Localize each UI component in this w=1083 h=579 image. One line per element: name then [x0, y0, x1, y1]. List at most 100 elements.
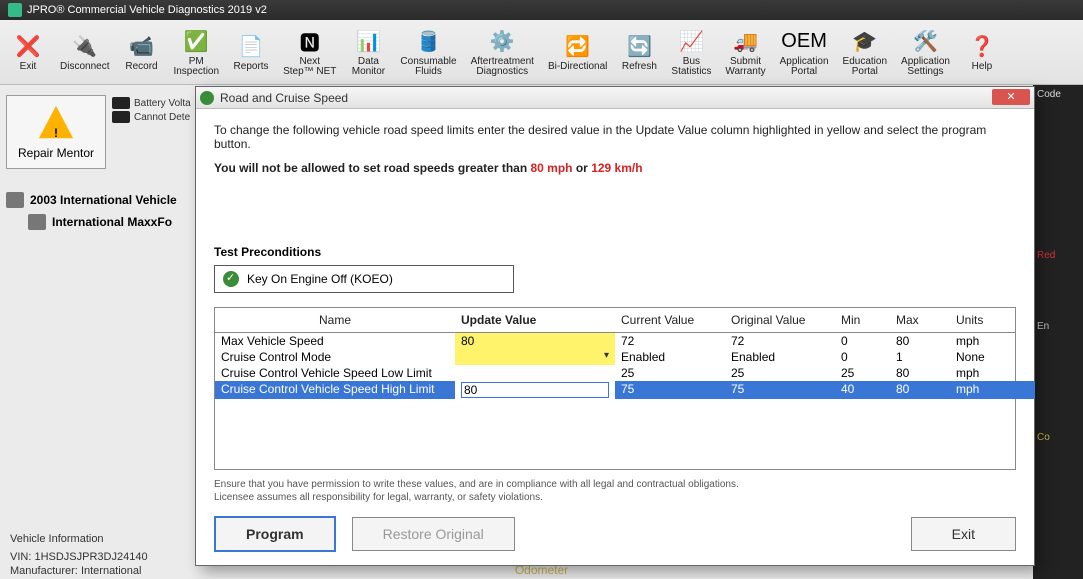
- disconnect-icon: 🔌: [71, 32, 99, 60]
- repair-mentor-box[interactable]: Repair Mentor: [6, 95, 106, 169]
- app-icon: [8, 3, 22, 17]
- cell-original: 75: [725, 381, 835, 399]
- cell-max: 80: [890, 381, 950, 399]
- cell-name: Cruise Control Vehicle Speed High Limit: [215, 381, 455, 399]
- dialog-instruction: To change the following vehicle road spe…: [214, 123, 1016, 151]
- table-row[interactable]: Cruise Control Vehicle Speed High Limit 7…: [215, 381, 1015, 399]
- truck-icon: [6, 192, 24, 208]
- vin-value: 1HSDJSJPR3DJ24140: [34, 551, 147, 563]
- col-name: Name: [215, 308, 455, 332]
- toolbar-disconnect[interactable]: 🔌Disconnect: [56, 24, 113, 80]
- toolbar-application-portal[interactable]: OEMApplicationPortal: [776, 24, 833, 80]
- toolbar-help[interactable]: ❓Help: [960, 24, 1004, 80]
- cell-units: mph: [950, 365, 1035, 381]
- help-icon: ❓: [968, 32, 996, 60]
- table-spacer: [215, 399, 1015, 469]
- cell-name: Cruise Control Vehicle Speed Low Limit: [215, 365, 455, 381]
- dialog-title-bar: Road and Cruise Speed ✕: [196, 87, 1034, 109]
- reports-icon: 📄: [237, 32, 265, 60]
- close-button[interactable]: ✕: [992, 89, 1030, 105]
- toolbar-pm-inspection[interactable]: ✅PMInspection: [169, 24, 223, 80]
- vin-label: VIN:: [10, 551, 31, 563]
- cell-min: 0: [835, 349, 890, 365]
- cell-name: Cruise Control Mode: [215, 349, 455, 365]
- pm-inspection-icon: ✅: [182, 27, 210, 55]
- vehicle-info-panel: Vehicle Information VIN: 1HSDJSJPR3DJ241…: [10, 531, 148, 579]
- toolbar-aftertreatment-diagnostics[interactable]: ⚙️AftertreatmentDiagnostics: [467, 24, 538, 80]
- toolbar-application-settings[interactable]: 🛠️ApplicationSettings: [897, 24, 954, 80]
- col-current: Current Value: [615, 308, 725, 332]
- col-units: Units: [950, 308, 1035, 332]
- record-icon: 📹: [127, 32, 155, 60]
- toolbar-consumable-fluids[interactable]: 🛢️ConsumableFluids: [396, 24, 460, 80]
- mfr-label: Manufacturer:: [10, 565, 78, 577]
- cell-original: 25: [725, 365, 835, 381]
- main-toolbar: ❌Exit🔌Disconnect📹Record✅PMInspection📄Rep…: [0, 20, 1083, 85]
- education-portal-icon: 🎓: [851, 27, 879, 55]
- main-title-bar: JPRO® Commercial Vehicle Diagnostics 201…: [0, 0, 1083, 20]
- cell-current: Enabled: [615, 349, 725, 365]
- cell-max: 80: [890, 365, 950, 381]
- code-label: Code: [1037, 89, 1079, 100]
- program-button[interactable]: Program: [214, 516, 336, 552]
- red-label: Red: [1037, 250, 1079, 261]
- co-label: Co: [1037, 432, 1079, 443]
- flag-icon: [112, 111, 130, 123]
- toolbar-reports[interactable]: 📄Reports: [229, 24, 273, 80]
- table-row[interactable]: Cruise Control Vehicle Speed Low Limit 25…: [215, 365, 1015, 381]
- en-label: En: [1037, 321, 1079, 332]
- consumable-fluids-icon: 🛢️: [415, 27, 443, 55]
- toolbar-education-portal[interactable]: 🎓EducationPortal: [839, 24, 891, 80]
- toolbar-submit-warranty[interactable]: 🚚SubmitWarranty: [721, 24, 769, 80]
- update-value-input[interactable]: [461, 382, 609, 398]
- warning-icon: [37, 104, 75, 142]
- preconditions-box: Key On Engine Off (KOEO): [214, 265, 514, 293]
- cell-update[interactable]: [455, 381, 615, 399]
- toolbar-data-monitor[interactable]: 📊DataMonitor: [346, 24, 390, 80]
- cannot-detect-flag[interactable]: Cannot Dete: [112, 111, 191, 123]
- preconditions-label: Test Preconditions: [214, 245, 1016, 259]
- toolbar-next-step-net[interactable]: 🅽NextStep™ NET: [279, 24, 340, 80]
- cell-update[interactable]: 80: [455, 333, 615, 349]
- toolbar-record[interactable]: 📹Record: [119, 24, 163, 80]
- col-update: Update Value: [455, 308, 615, 332]
- exit-button[interactable]: Exit: [911, 517, 1016, 551]
- cell-current: 72: [615, 333, 725, 349]
- dialog-title: Road and Cruise Speed: [220, 91, 348, 105]
- cell-max: 80: [890, 333, 950, 349]
- footnote: Ensure that you have permission to write…: [214, 478, 1016, 504]
- restore-original-button[interactable]: Restore Original: [352, 517, 515, 551]
- cell-current: 75: [615, 381, 725, 399]
- submit-warranty-icon: 🚚: [732, 27, 760, 55]
- engine-icon: [28, 214, 46, 230]
- tree-vehicle[interactable]: 2003 International Vehicle: [6, 189, 194, 211]
- table-row[interactable]: Max Vehicle Speed807272080mph: [215, 333, 1015, 349]
- toolbar-bus-statistics[interactable]: 📈BusStatistics: [667, 24, 715, 80]
- toolbar-refresh[interactable]: 🔄Refresh: [617, 24, 661, 80]
- check-icon: [223, 271, 239, 287]
- app-title: JPRO® Commercial Vehicle Diagnostics 201…: [27, 4, 267, 16]
- toolbar-bi-directional[interactable]: 🔁Bi-Directional: [544, 24, 611, 80]
- next-step-net-icon: 🅽: [296, 27, 324, 55]
- cell-max: 1: [890, 349, 950, 365]
- bi-directional-icon: 🔁: [564, 32, 592, 60]
- col-max: Max: [890, 308, 950, 332]
- dialog-icon: [200, 91, 214, 105]
- table-header: Name Update Value Current Value Original…: [215, 308, 1015, 333]
- table-row[interactable]: Cruise Control ModeEnabledEnabled01None: [215, 349, 1015, 365]
- mfr-value: International: [81, 565, 142, 577]
- battery-voltage-flag[interactable]: Battery Volta: [112, 97, 191, 109]
- cell-units: mph: [950, 333, 1035, 349]
- cell-update[interactable]: [455, 365, 615, 381]
- repair-mentor-label: Repair Mentor: [18, 146, 94, 160]
- data-monitor-icon: 📊: [354, 27, 382, 55]
- cell-min: 0: [835, 333, 890, 349]
- application-settings-icon: 🛠️: [911, 27, 939, 55]
- vehicle-info-title: Vehicle Information: [10, 533, 148, 545]
- cell-min: 40: [835, 381, 890, 399]
- toolbar-exit[interactable]: ❌Exit: [6, 24, 50, 80]
- cell-original: 72: [725, 333, 835, 349]
- tree-engine[interactable]: International MaxxFo: [28, 211, 194, 233]
- application-portal-icon: OEM: [790, 27, 818, 55]
- cell-update[interactable]: [455, 349, 615, 365]
